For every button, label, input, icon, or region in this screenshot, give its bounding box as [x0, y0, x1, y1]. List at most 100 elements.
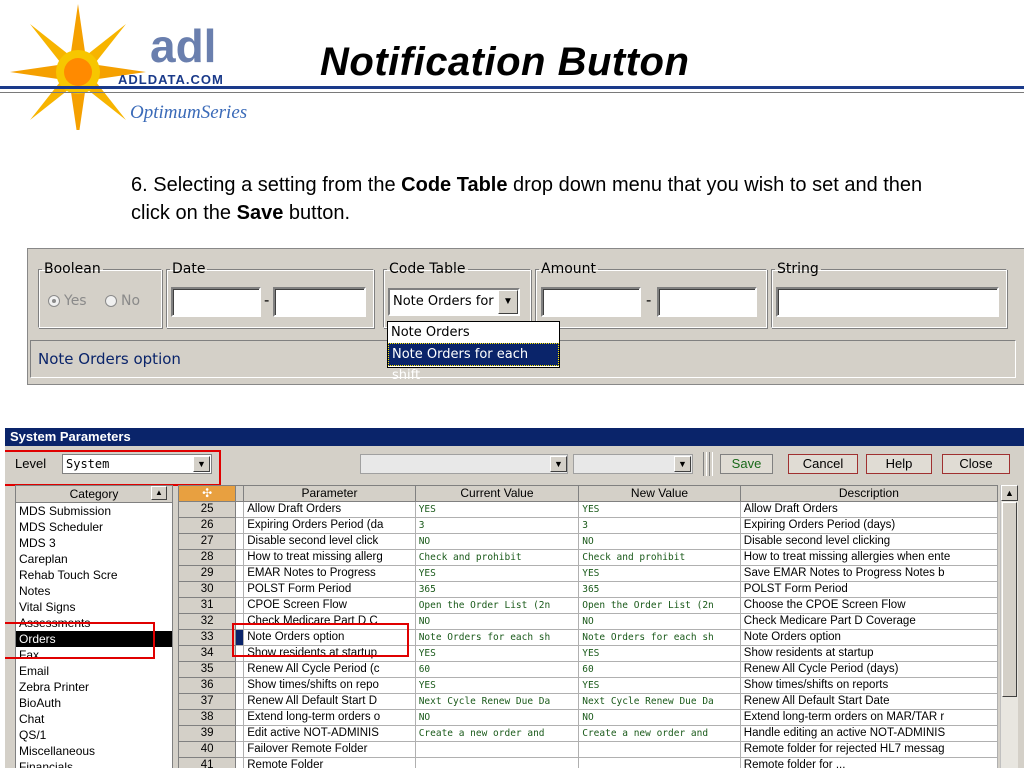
row-number: 40	[178, 741, 237, 758]
row-number: 25	[178, 501, 237, 518]
category-item[interactable]: MDS Scheduler	[16, 519, 172, 535]
cell-description: Remote folder for rejected HL7 messag	[739, 741, 998, 758]
table-row[interactable]: 41 Remote Folder Remote folder for ...	[178, 757, 998, 768]
grid-scrollbar[interactable]: ▲	[1000, 485, 1018, 768]
table-row[interactable]: 30 POLST Form Period 365 365 POLST Form Peri…	[178, 581, 998, 598]
column-header-parameter[interactable]: Parameter	[243, 485, 416, 502]
cancel-button[interactable]: Cancel	[788, 454, 858, 474]
row-number: 38	[178, 709, 237, 726]
table-row[interactable]: 38 Extend long-term orders o NO NO Extend lo…	[178, 709, 998, 726]
cell-new-value[interactable]	[578, 757, 741, 768]
scroll-thumb[interactable]	[1002, 502, 1017, 697]
page-title: Notification Button	[320, 40, 690, 84]
cell-description: Disable second level clicking	[739, 533, 998, 550]
amount-legend: Amount	[541, 261, 597, 277]
filter-select[interactable]	[360, 454, 568, 474]
cell-new-value[interactable]: 365	[578, 581, 741, 598]
cell-new-value[interactable]: YES	[578, 501, 741, 518]
table-row[interactable]: 25 Allow Draft Orders YES YES Allow Draft Or…	[178, 501, 998, 518]
cell-current-value: NO	[414, 709, 580, 726]
cell-new-value[interactable]: YES	[578, 645, 741, 662]
cell-current-value: Check and prohibit	[414, 549, 580, 566]
table-row[interactable]: 39 Edit active NOT-ADMINIS Create a new or…	[178, 725, 998, 742]
column-header-new-value[interactable]: New Value	[578, 485, 741, 502]
amount-to-input[interactable]	[657, 287, 757, 317]
date-from-input[interactable]	[171, 287, 261, 317]
row-number: 39	[178, 725, 237, 742]
cell-new-value[interactable]: 60	[578, 661, 741, 678]
category-item[interactable]: Miscellaneous	[16, 743, 172, 759]
cell-new-value[interactable]: NO	[578, 613, 741, 630]
table-row[interactable]: 27 Disable second level click NO NO Disable …	[178, 533, 998, 550]
category-item[interactable]: Careplan	[16, 551, 172, 567]
category-item[interactable]: Zebra Printer	[16, 679, 172, 695]
category-item[interactable]: Email	[16, 663, 172, 679]
chevron-down-icon[interactable]: ▼	[674, 456, 691, 472]
row-marker	[235, 741, 245, 758]
table-row[interactable]: 31 CPOE Screen Flow Open the Order List (2…	[178, 597, 998, 614]
category-item[interactable]: BioAuth	[16, 695, 172, 711]
code-table-option[interactable]: Note Orders	[388, 322, 559, 343]
column-header-current-value[interactable]: Current Value	[414, 485, 580, 502]
radio-no[interactable]: No	[105, 293, 140, 309]
table-row[interactable]: 36 Show times/shifts on repo YES YES Show ti…	[178, 677, 998, 694]
table-row[interactable]: 29 EMAR Notes to Progress YES YES Save EMAR …	[178, 565, 998, 582]
cell-new-value[interactable]: NO	[578, 709, 741, 726]
table-row[interactable]: 28 How to treat missing allerg Check and p…	[178, 549, 998, 566]
category-item[interactable]: QS/1	[16, 727, 172, 743]
cell-description: Remote folder for ...	[739, 757, 998, 768]
radio-dot-icon	[48, 295, 60, 307]
table-row[interactable]: 26 Expiring Orders Period (da 3 3 Expiring O…	[178, 517, 998, 534]
table-row[interactable]: 37 Renew All Default Start D Next Cycle Re…	[178, 693, 998, 710]
date-separator: -	[264, 292, 270, 309]
date-to-input[interactable]	[273, 287, 366, 317]
cell-new-value[interactable]: Create a new order and	[578, 725, 741, 742]
logo-domain: ADLDATA.COM	[118, 72, 224, 87]
help-button[interactable]: Help	[866, 454, 932, 474]
cell-new-value[interactable]: Next Cycle Renew Due Da	[578, 693, 741, 710]
category-item[interactable]: MDS Submission	[16, 503, 172, 519]
cell-new-value[interactable]	[578, 741, 741, 758]
system-parameters-window: System Parameters Level System ▼ ▼ ▼ Sav…	[5, 428, 1024, 768]
close-button[interactable]: Close	[942, 454, 1010, 474]
row-number: 34	[178, 645, 237, 662]
category-item[interactable]: Rehab Touch Scre	[16, 567, 172, 583]
cell-new-value[interactable]: Note Orders for each sh	[578, 629, 741, 646]
category-item[interactable]: MDS 3	[16, 535, 172, 551]
cell-new-value[interactable]: YES	[578, 565, 741, 582]
sun-icon	[10, 4, 146, 130]
category-item[interactable]: Vital Signs	[16, 599, 172, 615]
cell-current-value	[414, 741, 580, 758]
amount-from-input[interactable]	[541, 287, 641, 317]
cell-description: How to treat missing allergies when ente	[739, 549, 998, 566]
header-rule	[300, 86, 1024, 89]
category-item[interactable]: Chat	[16, 711, 172, 727]
boolean-legend: Boolean	[44, 261, 101, 277]
cell-description: Renew All Cycle Period (days)	[739, 661, 998, 678]
chevron-down-icon[interactable]: ▼	[550, 456, 567, 472]
category-item[interactable]: Financials	[16, 759, 172, 768]
chevron-down-icon[interactable]: ▼	[498, 290, 518, 314]
row-marker	[235, 501, 245, 518]
cell-new-value[interactable]: Check and prohibit	[578, 549, 741, 566]
column-header-description[interactable]: Description	[739, 485, 998, 502]
radio-yes[interactable]: Yes	[48, 293, 87, 309]
cell-description: Choose the CPOE Screen Flow	[739, 597, 998, 614]
table-row[interactable]: 35 Renew All Cycle Period (c 60 60 Renew All…	[178, 661, 998, 678]
scroll-up-icon[interactable]: ▲	[1001, 485, 1018, 501]
cell-new-value[interactable]: NO	[578, 533, 741, 550]
cell-parameter: Expiring Orders Period (da	[243, 517, 416, 534]
highlight-box-note-orders	[232, 623, 409, 657]
string-input[interactable]	[776, 287, 999, 317]
save-button[interactable]: Save	[720, 454, 773, 474]
row-marker	[235, 709, 245, 726]
code-table-option-selected[interactable]: Note Orders for each shift	[388, 343, 559, 383]
table-row[interactable]: 40 Failover Remote Folder Remote folder fo…	[178, 741, 998, 758]
category-item[interactable]: Notes	[16, 583, 172, 599]
cell-new-value[interactable]: 3	[578, 517, 741, 534]
row-number: 31	[178, 597, 237, 614]
cell-new-value[interactable]: Open the Order List (2n	[578, 597, 741, 614]
scroll-up-icon[interactable]: ▲	[151, 486, 167, 500]
cell-parameter: Edit active NOT-ADMINIS	[243, 725, 416, 742]
cell-new-value[interactable]: YES	[578, 677, 741, 694]
